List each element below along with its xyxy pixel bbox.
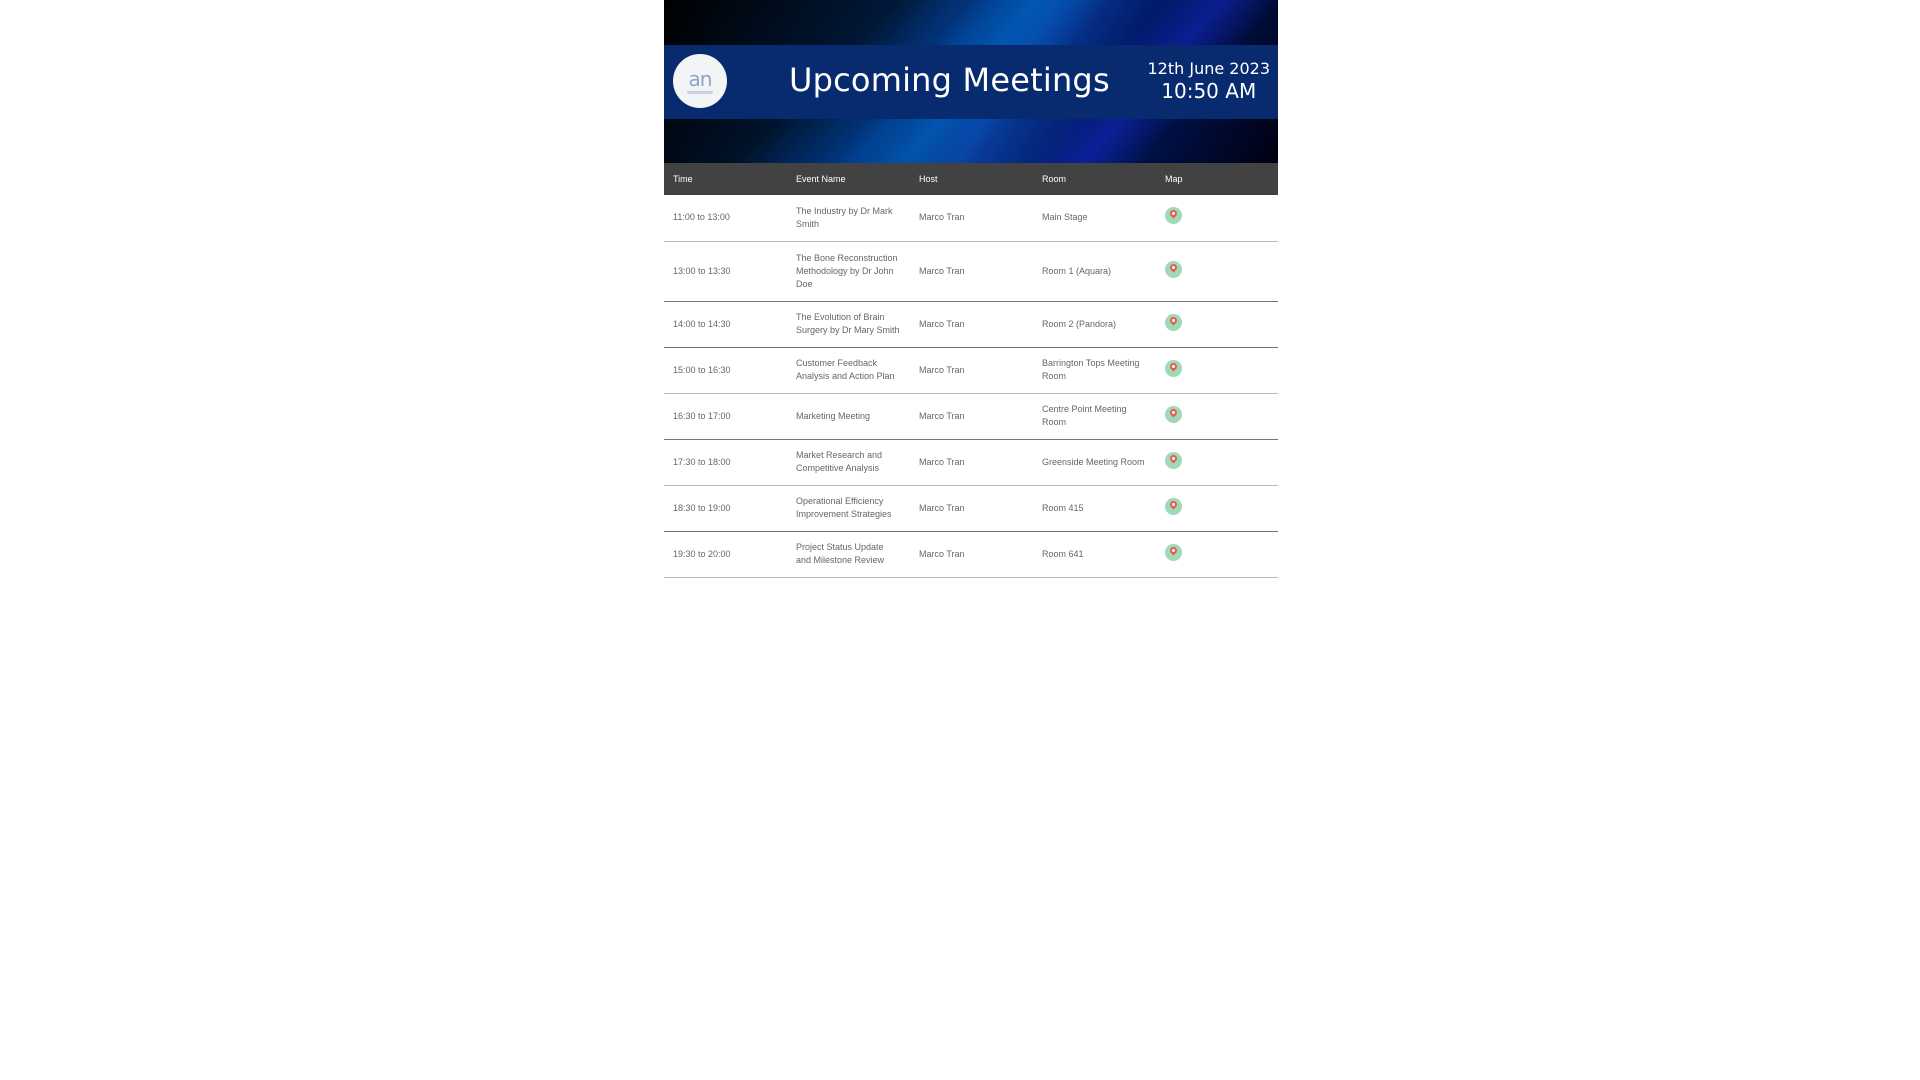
title-bar: an Upcoming Meetings 12th June 2023 10:5… [664, 45, 1278, 119]
an-logo-icon: an [673, 54, 727, 108]
cell-event: Project Status Update and Milestone Revi… [787, 531, 910, 578]
cell-room: Room 2 (Pandora) [1033, 301, 1156, 348]
table-row: 19:30 to 20:00 Project Status Update and… [664, 531, 1278, 578]
cell-time: 13:00 to 13:30 [664, 241, 787, 302]
table-row: 11:00 to 13:00 The Industry by Dr Mark S… [664, 195, 1278, 242]
table-row: 13:00 to 13:30 The Bone Reconstruction M… [664, 241, 1278, 302]
map-pin-icon[interactable] [1165, 359, 1182, 377]
cell-host: Marco Tran [910, 195, 1033, 242]
cell-host: Marco Tran [910, 439, 1033, 486]
cell-time: 17:30 to 18:00 [664, 439, 787, 486]
table-header-row: Time Event Name Host Room Map [664, 163, 1278, 195]
cell-time: 14:00 to 14:30 [664, 301, 787, 348]
cell-event: Customer Feedback Analysis and Action Pl… [787, 347, 910, 394]
cell-event: Operational Efficiency Improvement Strat… [787, 485, 910, 532]
column-header-time: Time [664, 163, 787, 195]
cell-time: 18:30 to 19:00 [664, 485, 787, 532]
map-pin-icon[interactable] [1165, 207, 1182, 225]
cell-map [1156, 347, 1278, 394]
cell-host: Marco Tran [910, 241, 1033, 302]
map-pin-icon[interactable] [1165, 451, 1182, 469]
cell-event: The Bone Reconstruction Methodology by D… [787, 241, 910, 302]
column-header-map: Map [1156, 163, 1278, 195]
cell-map [1156, 531, 1278, 578]
map-pin-icon[interactable] [1165, 543, 1182, 561]
cell-room: Room 1 (Aquara) [1033, 241, 1156, 302]
current-date: 12th June 2023 [1147, 59, 1270, 78]
cell-time: 11:00 to 13:00 [664, 195, 787, 242]
cell-host: Marco Tran [910, 485, 1033, 532]
cell-room: Room 415 [1033, 485, 1156, 532]
cell-map [1156, 301, 1278, 348]
cell-map [1156, 241, 1278, 302]
cell-event: Marketing Meeting [787, 393, 910, 440]
cell-room: Barrington Tops Meeting Room [1033, 347, 1156, 394]
cell-room: Centre Point Meeting Room [1033, 393, 1156, 440]
cell-map [1156, 393, 1278, 440]
cell-map [1156, 439, 1278, 486]
table-row: 15:00 to 16:30 Customer Feedback Analysi… [664, 347, 1278, 394]
meetings-panel: an Upcoming Meetings 12th June 2023 10:5… [664, 0, 1278, 578]
map-pin-icon[interactable] [1165, 405, 1182, 423]
cell-room: Greenside Meeting Room [1033, 439, 1156, 486]
map-pin-icon[interactable] [1165, 497, 1182, 515]
date-time: 12th June 2023 10:50 AM [1147, 59, 1270, 103]
cell-map [1156, 195, 1278, 242]
cell-time: 15:00 to 16:30 [664, 347, 787, 394]
header-banner: an Upcoming Meetings 12th June 2023 10:5… [664, 0, 1278, 163]
cell-time: 19:30 to 20:00 [664, 531, 787, 578]
cell-room: Main Stage [1033, 195, 1156, 242]
table-row: 14:00 to 14:30 The Evolution of Brain Su… [664, 301, 1278, 348]
cell-host: Marco Tran [910, 301, 1033, 348]
cell-map [1156, 485, 1278, 532]
cell-time: 16:30 to 17:00 [664, 393, 787, 440]
cell-event: The Industry by Dr Mark Smith [787, 195, 910, 242]
current-time: 10:50 AM [1161, 79, 1257, 103]
cell-host: Marco Tran [910, 347, 1033, 394]
table-row: 17:30 to 18:00 Market Research and Compe… [664, 439, 1278, 486]
column-header-event: Event Name [787, 163, 910, 195]
cell-event: The Evolution of Brain Surgery by Dr Mar… [787, 301, 910, 348]
page-title: Upcoming Meetings [789, 61, 1110, 99]
column-header-host: Host [910, 163, 1033, 195]
map-pin-icon[interactable] [1165, 313, 1182, 331]
cell-host: Marco Tran [910, 393, 1033, 440]
table-row: 16:30 to 17:00 Marketing Meeting Marco T… [664, 393, 1278, 440]
column-header-room: Room [1033, 163, 1156, 195]
cell-event: Market Research and Competitive Analysis [787, 439, 910, 486]
table-row: 18:30 to 19:00 Operational Efficiency Im… [664, 485, 1278, 532]
meetings-table: Time Event Name Host Room Map 11:00 to 1… [664, 163, 1278, 578]
cell-room: Room 641 [1033, 531, 1156, 578]
cell-host: Marco Tran [910, 531, 1033, 578]
map-pin-icon[interactable] [1165, 260, 1182, 278]
